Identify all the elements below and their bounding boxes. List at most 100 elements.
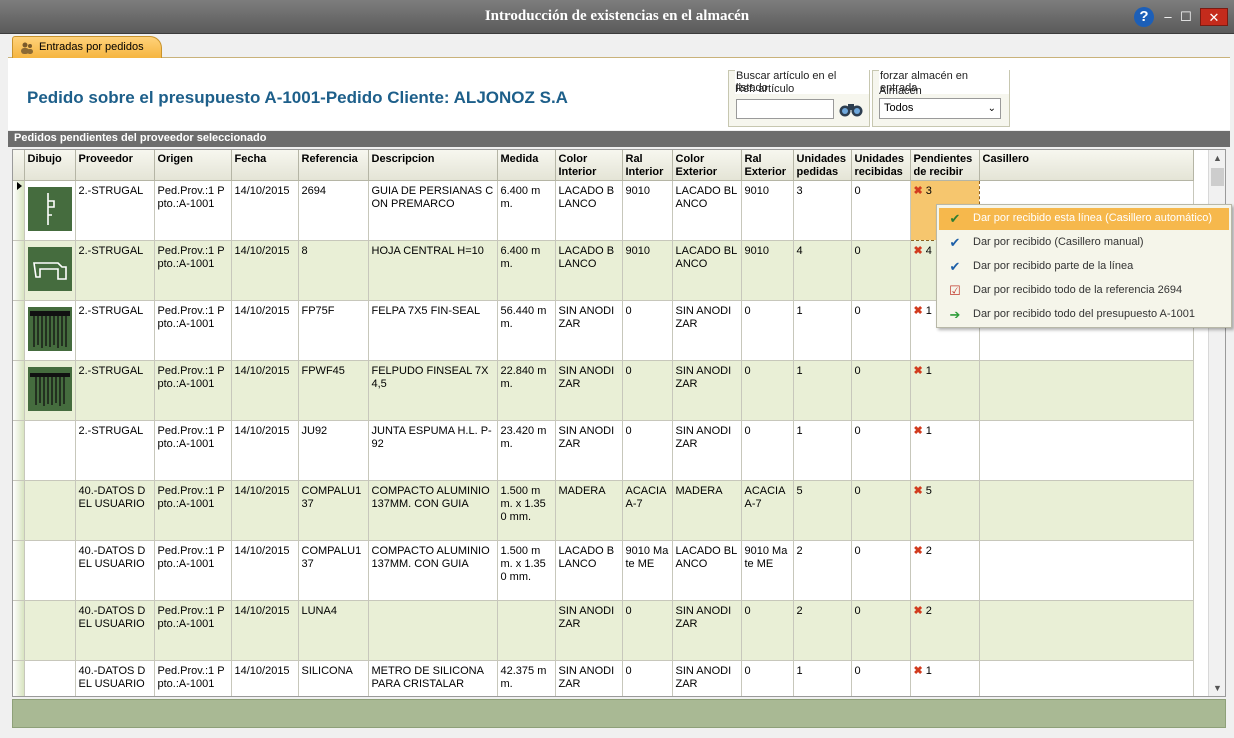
- profile-drawing-icon: [27, 306, 72, 351]
- table-row[interactable]: 40.-DATOS DEL USUARIO Ped.Prov.:1 Ppto.:A…: [13, 600, 1194, 661]
- column-header-3[interactable]: Fecha: [231, 150, 299, 181]
- minimize-button[interactable]: ‒: [1158, 8, 1178, 26]
- cell-color_int: SIN ANODIZAR: [555, 300, 623, 361]
- table-row[interactable]: 40.-DATOS DEL USUARIO Ped.Prov.:1 Ppto.:A…: [13, 660, 1194, 696]
- cell-proveedor: 2.-STRUGAL: [75, 360, 155, 421]
- cell-referencia: 8: [298, 240, 369, 301]
- current-row-marker-icon: [17, 182, 22, 190]
- cell-referencia: SILICONA: [298, 660, 369, 696]
- cell-pendientes[interactable]: ✖ 5: [910, 480, 980, 541]
- pending-count: 1: [925, 304, 932, 317]
- ref-articulo-input[interactable]: [736, 99, 834, 119]
- column-header-5[interactable]: Descripcion: [368, 150, 498, 181]
- almacen-select[interactable]: Todos ⌄: [879, 98, 1001, 119]
- cell-color_ext: SIN ANODIZAR: [672, 420, 742, 481]
- table-row[interactable]: 2.-STRUGAL Ped.Prov.:1 Ppto.:A-1001 14/10/…: [13, 420, 1194, 481]
- menu-item-recibido-referencia[interactable]: ☑ Dar por recibido todo de la referencia …: [939, 280, 1229, 302]
- menu-label: Dar por recibido todo de la referencia 2…: [973, 284, 1183, 296]
- column-header-6[interactable]: Medida: [497, 150, 556, 181]
- row-indicator[interactable]: [13, 600, 25, 661]
- cell-medida: 42.375 mm.: [497, 660, 556, 696]
- row-indicator[interactable]: [13, 480, 25, 541]
- column-header-0[interactable]: Dibujo: [24, 150, 76, 181]
- scroll-down-icon[interactable]: ▼: [1209, 680, 1225, 696]
- cell-pedidas: 5: [793, 480, 852, 541]
- row-indicator[interactable]: [13, 300, 25, 361]
- column-header-4[interactable]: Referencia: [298, 150, 369, 181]
- grid-caption: Pedidos pendientes del proveedor selecci…: [8, 131, 1230, 147]
- cell-casillero[interactable]: [979, 360, 1194, 421]
- cell-casillero[interactable]: [979, 480, 1194, 541]
- almacen-label: Almacén: [879, 85, 922, 97]
- row-indicator[interactable]: [13, 540, 25, 601]
- close-button[interactable]: ✕: [1200, 8, 1228, 26]
- cell-pendientes[interactable]: ✖ 2: [910, 600, 980, 661]
- cell-casillero[interactable]: [979, 660, 1194, 696]
- cell-descripcion: FELPA 7X5 FIN-SEAL: [368, 300, 498, 361]
- binoculars-icon[interactable]: [838, 100, 864, 118]
- cell-proveedor: 2.-STRUGAL: [75, 180, 155, 241]
- pending-count: 4: [925, 244, 932, 257]
- column-header-9[interactable]: Color Exterior: [672, 150, 742, 181]
- cell-pedidas: 1: [793, 660, 852, 696]
- menu-label: Dar por recibido (Casillero manual): [973, 236, 1144, 248]
- cell-pendientes[interactable]: ✖ 1: [910, 360, 980, 421]
- cell-pedidas: 1: [793, 420, 852, 481]
- cell-casillero[interactable]: [979, 540, 1194, 601]
- cell-referencia: COMPALU137: [298, 540, 369, 601]
- check-icon: ✔: [949, 211, 961, 226]
- search-group: Buscar artículo en el listado Ref. artíc…: [728, 70, 870, 127]
- cell-ral_ext: 0: [741, 360, 794, 421]
- arrow-right-icon: ➔: [949, 307, 961, 322]
- cell-casillero[interactable]: [979, 600, 1194, 661]
- column-header-2[interactable]: Origen: [154, 150, 232, 181]
- cell-referencia: COMPALU137: [298, 480, 369, 541]
- cell-color_int: LACADO BLANCO: [555, 180, 623, 241]
- column-header-8[interactable]: Ral Interior: [622, 150, 673, 181]
- menu-item-recibido-manual[interactable]: ✔ Dar por recibido (Casillero manual): [939, 232, 1229, 254]
- cell-descripcion: GUIA DE PERSIANAS CON PREMARCO: [368, 180, 498, 241]
- cell-ral_int: 9010: [622, 240, 673, 301]
- cell-proveedor: 2.-STRUGAL: [75, 300, 155, 361]
- table-row[interactable]: 40.-DATOS DEL USUARIO Ped.Prov.:1 Ppto.:A…: [13, 480, 1194, 541]
- cell-recibidas: 0: [851, 240, 911, 301]
- row-indicator[interactable]: [13, 660, 25, 696]
- column-header-7[interactable]: Color Interior: [555, 150, 623, 181]
- row-indicator[interactable]: [13, 420, 25, 481]
- table-row[interactable]: 40.-DATOS DEL USUARIO Ped.Prov.:1 Ppto.:A…: [13, 540, 1194, 601]
- profile-drawing-icon: [27, 366, 72, 411]
- order-header: Pedido sobre el presupuesto A-1001-Pedid…: [8, 58, 1230, 130]
- cell-fecha: 14/10/2015: [231, 420, 299, 481]
- tab-entradas-por-pedidos[interactable]: Entradas por pedidos: [12, 36, 162, 58]
- column-header-1[interactable]: Proveedor: [75, 150, 155, 181]
- help-icon[interactable]: ?: [1134, 7, 1154, 27]
- cell-ral_ext: 9010 Mate ME: [741, 540, 794, 601]
- column-header-13[interactable]: Pendientes de recibir: [910, 150, 980, 181]
- cell-pendientes[interactable]: ✖ 1: [910, 660, 980, 696]
- menu-item-recibido-parte[interactable]: ✔ Dar por recibido parte de la línea: [939, 256, 1229, 278]
- column-header-10[interactable]: Ral Exterior: [741, 150, 794, 181]
- cell-recibidas: 0: [851, 600, 911, 661]
- cell-color_ext: LACADO BLANCO: [672, 240, 742, 301]
- menu-item-recibido-presupuesto[interactable]: ➔ Dar por recibido todo del presupuesto A…: [939, 304, 1229, 326]
- check-icon: ✔: [949, 235, 961, 250]
- maximize-button[interactable]: ☐: [1176, 8, 1196, 26]
- cell-referencia: FPWF45: [298, 360, 369, 421]
- pending-x-icon: ✖: [913, 184, 923, 197]
- column-header-14[interactable]: Casillero: [979, 150, 1194, 181]
- cell-ral_int: 9010: [622, 180, 673, 241]
- table-row[interactable]: 2.-STRUGAL Ped.Prov.:1 Ppto.:A-1001 14/10/…: [13, 360, 1194, 421]
- cell-descripcion: COMPACTO ALUMINIO 137MM. CON GUIA: [368, 480, 498, 541]
- cell-proveedor: 2.-STRUGAL: [75, 240, 155, 301]
- column-header-11[interactable]: Unidades pedidas: [793, 150, 852, 181]
- row-indicator[interactable]: [13, 360, 25, 421]
- cell-pendientes[interactable]: ✖ 1: [910, 420, 980, 481]
- scroll-up-icon[interactable]: ▲: [1209, 150, 1225, 166]
- scroll-thumb[interactable]: [1211, 168, 1224, 186]
- cell-referencia: 2694: [298, 180, 369, 241]
- row-indicator[interactable]: [13, 240, 25, 301]
- menu-item-recibido-automatico[interactable]: ✔ Dar por recibido esta línea (Casillero …: [939, 208, 1229, 230]
- cell-pendientes[interactable]: ✖ 2: [910, 540, 980, 601]
- column-header-12[interactable]: Unidades recibidas: [851, 150, 911, 181]
- cell-casillero[interactable]: [979, 420, 1194, 481]
